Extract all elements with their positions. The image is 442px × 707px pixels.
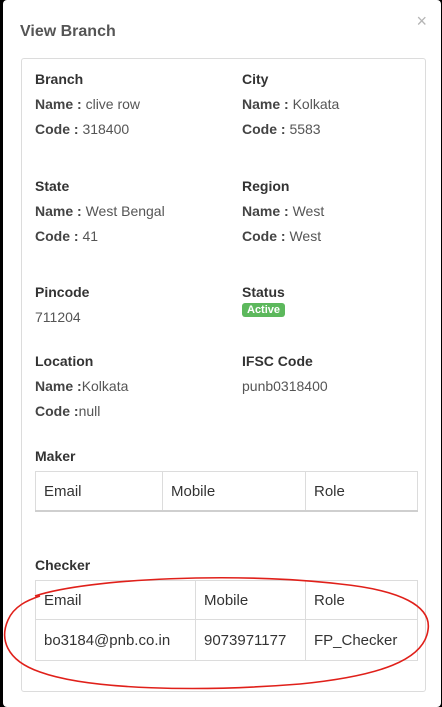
state-code-label: Code : xyxy=(35,228,79,244)
state-heading: State xyxy=(35,178,70,194)
location-name-value: Kolkata xyxy=(81,378,129,394)
location-name-label: Name : xyxy=(35,378,82,394)
city-name-row: Name : Kolkata xyxy=(242,96,339,112)
ifsc-value: punb0318400 xyxy=(242,378,328,394)
pincode-heading: Pincode xyxy=(35,284,90,300)
state-name-label: Name : xyxy=(35,203,82,219)
checker-table-header: Email Mobile Role xyxy=(35,580,418,620)
maker-col-mobile: Mobile xyxy=(162,471,306,512)
region-code-row: Code : West xyxy=(242,228,324,244)
checker-email-cell: bo3184@pnb.co.in xyxy=(35,619,196,661)
checker-mobile-cell: 9073971177 xyxy=(195,619,306,661)
maker-col-email: Email xyxy=(35,471,163,512)
maker-table: Email Mobile Role xyxy=(35,471,418,512)
location-code-label: Code : xyxy=(35,403,79,419)
city-name-label: Name : xyxy=(242,96,289,112)
branch-name-value: clive row xyxy=(85,96,141,112)
checker-heading: Checker xyxy=(35,557,91,573)
ifsc-heading: IFSC Code xyxy=(242,353,313,369)
branch-details-panel: Branch Name : clive row Code : 318400 Ci… xyxy=(21,58,426,692)
pincode-section: Pincode 711204 xyxy=(35,284,89,325)
status-badge: Active xyxy=(242,303,286,317)
state-code-row: Code : 41 xyxy=(35,228,165,244)
city-code-row: Code : 5583 xyxy=(242,121,339,137)
checker-col-role: Role xyxy=(305,580,418,620)
state-name-value: West Bengal xyxy=(85,203,165,219)
location-heading: Location xyxy=(35,353,94,369)
region-code-label: Code : xyxy=(242,228,286,244)
region-code-value: West xyxy=(289,228,322,244)
state-code-value: 41 xyxy=(82,228,99,244)
region-name-label: Name : xyxy=(242,203,289,219)
branch-heading: Branch xyxy=(35,71,84,87)
maker-table-header: Email Mobile Role xyxy=(35,471,418,512)
maker-col-role: Role xyxy=(305,471,418,512)
branch-code-value: 318400 xyxy=(82,121,130,137)
table-row: bo3184@pnb.co.in 9073971177 FP_Checker xyxy=(35,619,418,661)
checker-col-mobile: Mobile xyxy=(195,580,306,620)
city-code-value: 5583 xyxy=(289,121,321,137)
view-branch-modal: View Branch × Branch Name : clive row Co… xyxy=(3,0,441,707)
branch-code-row: Code : 318400 xyxy=(35,121,140,137)
pincode-value: 711204 xyxy=(35,309,81,325)
modal-title: View Branch xyxy=(20,23,116,40)
branch-name-row: Name : clive row xyxy=(35,96,140,112)
status-heading: Status xyxy=(242,284,285,300)
region-name-row: Name : West xyxy=(242,203,324,219)
checker-col-email: Email xyxy=(35,580,196,620)
city-name-value: Kolkata xyxy=(292,96,340,112)
location-code-row: Code :null xyxy=(35,403,128,419)
city-code-label: Code : xyxy=(242,121,286,137)
location-section: Location Name :Kolkata Code :null xyxy=(35,353,128,419)
status-section: Status Active xyxy=(242,284,286,317)
branch-name-label: Name : xyxy=(35,96,82,112)
checker-role-cell: FP_Checker xyxy=(305,619,418,661)
region-heading: Region xyxy=(242,178,290,194)
city-section: City Name : Kolkata Code : 5583 xyxy=(242,71,339,137)
ifsc-section: IFSC Code punb0318400 xyxy=(242,353,328,394)
location-name-row: Name :Kolkata xyxy=(35,378,128,394)
checker-table: Email Mobile Role bo3184@pnb.co.in 90739… xyxy=(35,580,418,661)
branch-section: Branch Name : clive row Code : 318400 xyxy=(35,71,140,137)
state-name-row: Name : West Bengal xyxy=(35,203,165,219)
city-heading: City xyxy=(242,71,269,87)
branch-code-label: Code : xyxy=(35,121,79,137)
region-section: Region Name : West Code : West xyxy=(242,178,324,244)
region-name-value: West xyxy=(292,203,325,219)
maker-heading: Maker xyxy=(35,448,76,464)
location-code-value: null xyxy=(78,403,101,419)
state-section: State Name : West Bengal Code : 41 xyxy=(35,178,165,244)
close-icon[interactable]: × xyxy=(416,12,427,30)
